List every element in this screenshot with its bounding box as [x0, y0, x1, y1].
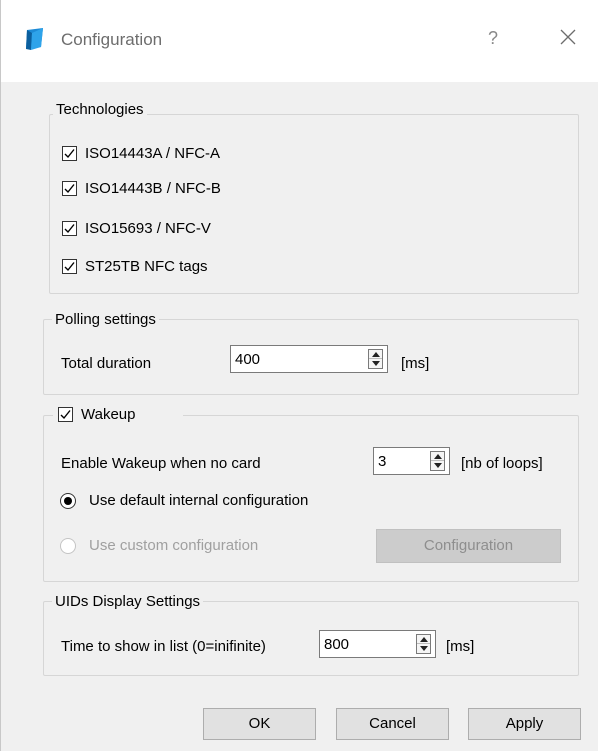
check-icon: [64, 184, 75, 194]
total-duration-unit: [ms]: [401, 355, 430, 372]
close-icon: [560, 29, 576, 45]
iso14443a-checkbox[interactable]: [62, 146, 77, 161]
default-config-radio[interactable]: [60, 493, 76, 509]
spin-up-icon: [434, 454, 442, 459]
custom-config-label: Use custom configuration: [89, 537, 259, 554]
st25tb-label: ST25TB NFC tags: [85, 258, 208, 275]
ok-button[interactable]: OK: [203, 708, 316, 740]
technologies-legend: Technologies: [53, 101, 147, 118]
check-icon: [64, 149, 75, 159]
wakeup-checkbox[interactable]: [58, 407, 73, 422]
uids-display-legend: UIDs Display Settings: [52, 593, 204, 610]
total-duration-value: 400: [235, 351, 261, 368]
spin-down-icon: [420, 646, 428, 651]
total-duration-label: Total duration: [61, 355, 152, 372]
enable-wakeup-label: Enable Wakeup when no card: [61, 455, 261, 472]
check-icon: [60, 410, 71, 420]
wakeup-loops-unit: [nb of loops]: [461, 455, 543, 472]
iso15693-label: ISO15693 / NFC-V: [85, 220, 211, 237]
spin-up-icon: [372, 352, 380, 357]
iso15693-checkbox[interactable]: [62, 221, 77, 236]
help-button[interactable]: ?: [488, 28, 498, 49]
default-config-label: Use default internal configuration: [89, 492, 309, 509]
time-to-show-unit: [ms]: [446, 638, 475, 655]
apply-button[interactable]: Apply: [468, 708, 581, 740]
iso14443a-label: ISO14443A / NFC-A: [85, 145, 221, 162]
spin-down-icon: [372, 361, 380, 366]
wakeup-legend: Wakeup: [81, 406, 136, 423]
time-to-show-label: Time to show in list (0=inifinite): [61, 638, 266, 655]
spin-down-icon: [434, 463, 442, 468]
spin-buttons[interactable]: [368, 349, 383, 369]
title-bar: Configuration ?: [1, 0, 598, 82]
window-title: Configuration: [61, 30, 163, 49]
wakeup-loops-spinbox[interactable]: 3: [373, 447, 450, 475]
configuration-button[interactable]: Configuration: [376, 529, 561, 563]
time-to-show-value: 800: [324, 636, 350, 653]
custom-config-radio[interactable]: [60, 538, 76, 554]
spin-buttons[interactable]: [430, 451, 445, 471]
total-duration-spinbox[interactable]: 400: [230, 345, 388, 373]
check-icon: [64, 262, 75, 272]
spin-up-icon: [420, 637, 428, 642]
polling-settings-legend: Polling settings: [52, 311, 159, 328]
check-icon: [64, 224, 75, 234]
st25tb-checkbox[interactable]: [62, 259, 77, 274]
close-button[interactable]: [553, 22, 583, 52]
time-to-show-spinbox[interactable]: 800: [319, 630, 436, 658]
iso14443b-checkbox[interactable]: [62, 181, 77, 196]
spin-buttons[interactable]: [416, 634, 431, 654]
cancel-button[interactable]: Cancel: [336, 708, 449, 740]
iso14443b-label: ISO14443B / NFC-B: [85, 180, 221, 197]
configuration-dialog: Configuration ? Technologies ISO14443A /…: [0, 0, 598, 751]
wakeup-loops-value: 3: [378, 453, 387, 470]
app-icon: [26, 28, 43, 50]
